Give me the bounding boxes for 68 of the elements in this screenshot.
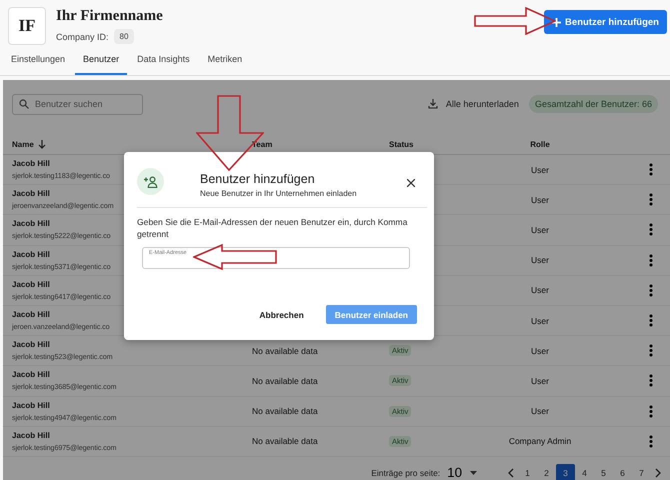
page-button[interactable]: 4: [575, 464, 594, 480]
more-options-icon[interactable]: [649, 284, 653, 297]
tab[interactable]: Benutzer: [75, 45, 128, 75]
caret-icon: [470, 470, 477, 475]
rows-per-page-label: Einträge pro seite:: [371, 468, 440, 478]
role-cell: User: [531, 224, 549, 235]
role-cell: User: [531, 346, 549, 356]
page-button[interactable]: 7: [632, 464, 651, 480]
role-cell: User: [531, 194, 549, 205]
more-options-icon[interactable]: [649, 314, 653, 328]
rows-per-page-select[interactable]: 10: [447, 465, 477, 480]
team-cell: No available data: [252, 406, 318, 416]
company-id-label: Company ID:: [56, 32, 109, 42]
tab[interactable]: Metriken: [200, 45, 250, 75]
page-button[interactable]: 1: [518, 464, 537, 480]
team-cell: No available data: [252, 346, 318, 356]
team-cell: No available data: [252, 436, 318, 446]
more-options-icon[interactable]: [649, 254, 653, 267]
dialog-title: Benutzer hinzufügen: [200, 172, 316, 186]
page-button[interactable]: 5: [594, 464, 613, 480]
company-logo: IF: [8, 7, 46, 45]
add-user-icon: [137, 168, 164, 195]
company-id: 80: [114, 29, 134, 44]
page-button[interactable]: 6: [613, 464, 632, 480]
page-button[interactable]: 2: [537, 464, 556, 480]
user-name: Jacob Hill: [12, 310, 50, 320]
dialog-instruction: Geben Sie die E-Mail-Adressen der neuen Benutzer ein, durch Komma getrennt: [137, 216, 408, 240]
column-header[interactable]: Rolle: [530, 140, 550, 148]
dialog-subtitle: Neue Benutzer in Ihr Unternehmen einladen: [200, 189, 358, 198]
more-options-icon[interactable]: [649, 404, 653, 418]
user-name: Jacob Hill: [12, 430, 50, 440]
search-icon: [19, 99, 29, 109]
add-user-button[interactable]: Benutzer hinzufügen: [544, 10, 667, 34]
search-field[interactable]: Benutzer suchen: [12, 94, 143, 114]
more-options-icon[interactable]: [649, 163, 653, 176]
plus-icon: [552, 18, 562, 26]
user-name: Jacob Hill: [12, 340, 50, 350]
download-icon: [428, 99, 438, 109]
user-name: Jacob Hill: [12, 400, 50, 410]
user-name: Jacob Hill: [12, 189, 50, 198]
role-cell: User: [531, 316, 549, 326]
more-options-icon[interactable]: [649, 374, 653, 388]
tab[interactable]: Data Insights: [129, 45, 198, 75]
role-cell: User: [531, 255, 549, 266]
download-all-button[interactable]: Alle herunterladen: [428, 99, 519, 109]
column-header[interactable]: Status: [389, 140, 414, 148]
user-name: Jacob Hill: [12, 159, 50, 168]
team-cell: No available data: [252, 376, 318, 386]
tab[interactable]: Einstellungen: [3, 45, 74, 75]
total-users-badge: Gesamtzahl der Benutzer: 66: [528, 95, 658, 113]
company-name: Ihr Firmenname: [56, 8, 163, 25]
role-cell: User: [531, 376, 549, 386]
column-header[interactable]: Name: [12, 140, 34, 148]
user-name: Jacob Hill: [12, 280, 50, 289]
close-icon[interactable]: [407, 179, 415, 187]
role-cell: User: [531, 164, 549, 175]
role-cell: Company Admin: [508, 436, 572, 446]
more-options-icon[interactable]: [649, 223, 653, 236]
page-button[interactable]: 3: [556, 464, 575, 480]
role-cell: User: [531, 406, 549, 416]
user-name: Jacob Hill: [12, 250, 50, 259]
role-cell: User: [531, 285, 549, 296]
more-options-icon[interactable]: [649, 193, 653, 206]
user-name: Jacob Hill: [12, 370, 50, 380]
more-options-icon[interactable]: [649, 434, 653, 448]
user-name: Jacob Hill: [12, 219, 50, 228]
cancel-button[interactable]: Abbrechen: [259, 305, 304, 324]
more-options-icon[interactable]: [649, 344, 653, 358]
